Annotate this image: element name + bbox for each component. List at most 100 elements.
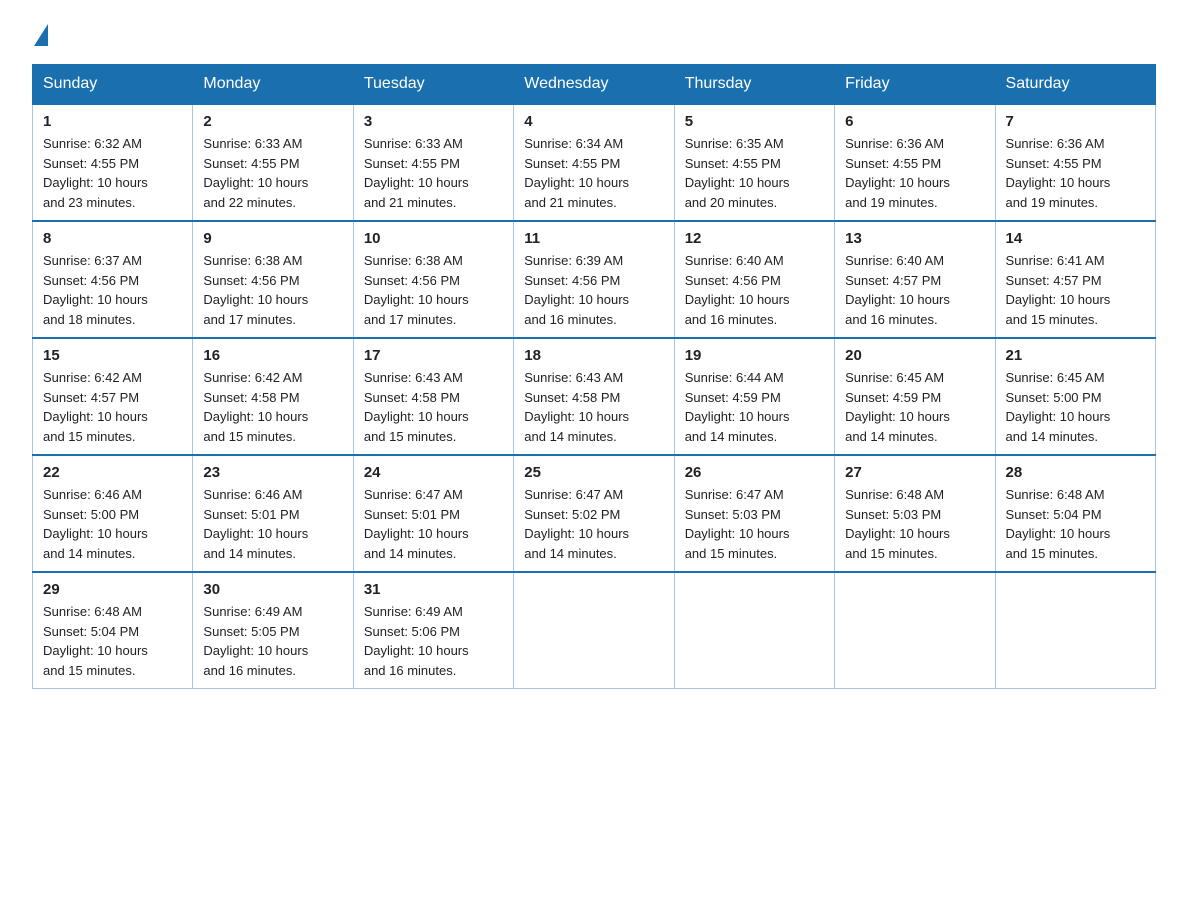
day-info: Sunrise: 6:38 AM Sunset: 4:56 PM Dayligh…: [364, 251, 503, 329]
day-cell: 11 Sunrise: 6:39 AM Sunset: 4:56 PM Dayl…: [514, 221, 674, 338]
day-cell: 24 Sunrise: 6:47 AM Sunset: 5:01 PM Dayl…: [353, 455, 513, 572]
day-info: Sunrise: 6:49 AM Sunset: 5:05 PM Dayligh…: [203, 602, 342, 680]
day-number: 12: [685, 230, 824, 247]
day-info: Sunrise: 6:37 AM Sunset: 4:56 PM Dayligh…: [43, 251, 182, 329]
day-number: 24: [364, 464, 503, 481]
day-cell: 13 Sunrise: 6:40 AM Sunset: 4:57 PM Dayl…: [835, 221, 995, 338]
day-cell: 28 Sunrise: 6:48 AM Sunset: 5:04 PM Dayl…: [995, 455, 1155, 572]
calendar-table: SundayMondayTuesdayWednesdayThursdayFrid…: [32, 64, 1156, 689]
day-cell: 21 Sunrise: 6:45 AM Sunset: 5:00 PM Dayl…: [995, 338, 1155, 455]
day-cell: [674, 572, 834, 689]
page-header: [32, 24, 1156, 46]
day-cell: 14 Sunrise: 6:41 AM Sunset: 4:57 PM Dayl…: [995, 221, 1155, 338]
day-number: 18: [524, 347, 663, 364]
day-number: 23: [203, 464, 342, 481]
day-info: Sunrise: 6:49 AM Sunset: 5:06 PM Dayligh…: [364, 602, 503, 680]
day-info: Sunrise: 6:33 AM Sunset: 4:55 PM Dayligh…: [203, 134, 342, 212]
day-info: Sunrise: 6:43 AM Sunset: 4:58 PM Dayligh…: [364, 368, 503, 446]
day-cell: 31 Sunrise: 6:49 AM Sunset: 5:06 PM Dayl…: [353, 572, 513, 689]
day-info: Sunrise: 6:47 AM Sunset: 5:01 PM Dayligh…: [364, 485, 503, 563]
day-info: Sunrise: 6:48 AM Sunset: 5:04 PM Dayligh…: [1006, 485, 1145, 563]
day-number: 16: [203, 347, 342, 364]
day-info: Sunrise: 6:48 AM Sunset: 5:04 PM Dayligh…: [43, 602, 182, 680]
day-cell: 29 Sunrise: 6:48 AM Sunset: 5:04 PM Dayl…: [33, 572, 193, 689]
day-number: 26: [685, 464, 824, 481]
day-number: 9: [203, 230, 342, 247]
day-cell: 4 Sunrise: 6:34 AM Sunset: 4:55 PM Dayli…: [514, 104, 674, 221]
day-number: 31: [364, 581, 503, 598]
day-info: Sunrise: 6:45 AM Sunset: 5:00 PM Dayligh…: [1006, 368, 1145, 446]
day-info: Sunrise: 6:40 AM Sunset: 4:56 PM Dayligh…: [685, 251, 824, 329]
day-cell: 16 Sunrise: 6:42 AM Sunset: 4:58 PM Dayl…: [193, 338, 353, 455]
day-info: Sunrise: 6:42 AM Sunset: 4:57 PM Dayligh…: [43, 368, 182, 446]
day-info: Sunrise: 6:42 AM Sunset: 4:58 PM Dayligh…: [203, 368, 342, 446]
day-cell: 6 Sunrise: 6:36 AM Sunset: 4:55 PM Dayli…: [835, 104, 995, 221]
header-cell-saturday: Saturday: [995, 65, 1155, 105]
header-cell-thursday: Thursday: [674, 65, 834, 105]
day-info: Sunrise: 6:41 AM Sunset: 4:57 PM Dayligh…: [1006, 251, 1145, 329]
day-number: 20: [845, 347, 984, 364]
day-number: 6: [845, 113, 984, 130]
day-number: 19: [685, 347, 824, 364]
day-info: Sunrise: 6:45 AM Sunset: 4:59 PM Dayligh…: [845, 368, 984, 446]
day-info: Sunrise: 6:35 AM Sunset: 4:55 PM Dayligh…: [685, 134, 824, 212]
day-info: Sunrise: 6:46 AM Sunset: 5:00 PM Dayligh…: [43, 485, 182, 563]
day-cell: 2 Sunrise: 6:33 AM Sunset: 4:55 PM Dayli…: [193, 104, 353, 221]
day-number: 10: [364, 230, 503, 247]
day-cell: 7 Sunrise: 6:36 AM Sunset: 4:55 PM Dayli…: [995, 104, 1155, 221]
calendar-header: SundayMondayTuesdayWednesdayThursdayFrid…: [33, 65, 1156, 105]
day-cell: [835, 572, 995, 689]
day-number: 25: [524, 464, 663, 481]
day-cell: 22 Sunrise: 6:46 AM Sunset: 5:00 PM Dayl…: [33, 455, 193, 572]
day-number: 7: [1006, 113, 1145, 130]
day-cell: 19 Sunrise: 6:44 AM Sunset: 4:59 PM Dayl…: [674, 338, 834, 455]
day-info: Sunrise: 6:47 AM Sunset: 5:02 PM Dayligh…: [524, 485, 663, 563]
day-info: Sunrise: 6:44 AM Sunset: 4:59 PM Dayligh…: [685, 368, 824, 446]
day-info: Sunrise: 6:36 AM Sunset: 4:55 PM Dayligh…: [845, 134, 984, 212]
day-info: Sunrise: 6:34 AM Sunset: 4:55 PM Dayligh…: [524, 134, 663, 212]
header-cell-monday: Monday: [193, 65, 353, 105]
day-info: Sunrise: 6:46 AM Sunset: 5:01 PM Dayligh…: [203, 485, 342, 563]
day-cell: 17 Sunrise: 6:43 AM Sunset: 4:58 PM Dayl…: [353, 338, 513, 455]
day-number: 2: [203, 113, 342, 130]
day-number: 21: [1006, 347, 1145, 364]
week-row-5: 29 Sunrise: 6:48 AM Sunset: 5:04 PM Dayl…: [33, 572, 1156, 689]
day-cell: 27 Sunrise: 6:48 AM Sunset: 5:03 PM Dayl…: [835, 455, 995, 572]
day-info: Sunrise: 6:38 AM Sunset: 4:56 PM Dayligh…: [203, 251, 342, 329]
day-cell: 15 Sunrise: 6:42 AM Sunset: 4:57 PM Dayl…: [33, 338, 193, 455]
day-number: 17: [364, 347, 503, 364]
day-info: Sunrise: 6:39 AM Sunset: 4:56 PM Dayligh…: [524, 251, 663, 329]
day-cell: 26 Sunrise: 6:47 AM Sunset: 5:03 PM Dayl…: [674, 455, 834, 572]
day-info: Sunrise: 6:36 AM Sunset: 4:55 PM Dayligh…: [1006, 134, 1145, 212]
day-cell: 3 Sunrise: 6:33 AM Sunset: 4:55 PM Dayli…: [353, 104, 513, 221]
day-info: Sunrise: 6:40 AM Sunset: 4:57 PM Dayligh…: [845, 251, 984, 329]
day-info: Sunrise: 6:43 AM Sunset: 4:58 PM Dayligh…: [524, 368, 663, 446]
day-number: 15: [43, 347, 182, 364]
day-number: 8: [43, 230, 182, 247]
header-cell-wednesday: Wednesday: [514, 65, 674, 105]
day-number: 27: [845, 464, 984, 481]
header-cell-tuesday: Tuesday: [353, 65, 513, 105]
day-number: 30: [203, 581, 342, 598]
day-cell: 23 Sunrise: 6:46 AM Sunset: 5:01 PM Dayl…: [193, 455, 353, 572]
week-row-1: 1 Sunrise: 6:32 AM Sunset: 4:55 PM Dayli…: [33, 104, 1156, 221]
day-number: 3: [364, 113, 503, 130]
day-cell: 12 Sunrise: 6:40 AM Sunset: 4:56 PM Dayl…: [674, 221, 834, 338]
day-info: Sunrise: 6:47 AM Sunset: 5:03 PM Dayligh…: [685, 485, 824, 563]
calendar-body: 1 Sunrise: 6:32 AM Sunset: 4:55 PM Dayli…: [33, 104, 1156, 689]
header-cell-friday: Friday: [835, 65, 995, 105]
day-cell: 9 Sunrise: 6:38 AM Sunset: 4:56 PM Dayli…: [193, 221, 353, 338]
day-number: 22: [43, 464, 182, 481]
week-row-3: 15 Sunrise: 6:42 AM Sunset: 4:57 PM Dayl…: [33, 338, 1156, 455]
header-row: SundayMondayTuesdayWednesdayThursdayFrid…: [33, 65, 1156, 105]
day-cell: 5 Sunrise: 6:35 AM Sunset: 4:55 PM Dayli…: [674, 104, 834, 221]
day-cell: [514, 572, 674, 689]
day-cell: 18 Sunrise: 6:43 AM Sunset: 4:58 PM Dayl…: [514, 338, 674, 455]
day-number: 4: [524, 113, 663, 130]
day-number: 11: [524, 230, 663, 247]
day-cell: 8 Sunrise: 6:37 AM Sunset: 4:56 PM Dayli…: [33, 221, 193, 338]
day-cell: 30 Sunrise: 6:49 AM Sunset: 5:05 PM Dayl…: [193, 572, 353, 689]
day-cell: 10 Sunrise: 6:38 AM Sunset: 4:56 PM Dayl…: [353, 221, 513, 338]
day-number: 29: [43, 581, 182, 598]
day-number: 13: [845, 230, 984, 247]
